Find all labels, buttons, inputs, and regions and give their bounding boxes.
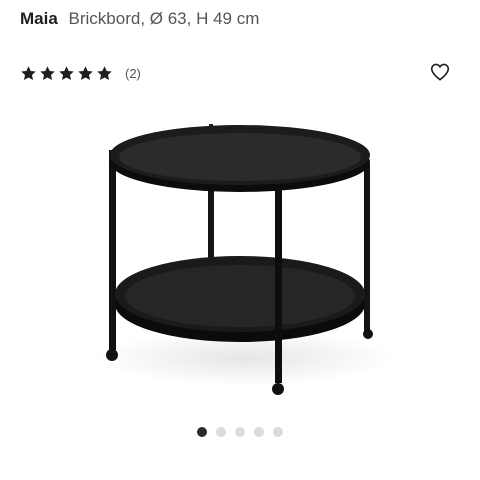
star-rating [20, 65, 113, 82]
star-icon [21, 65, 36, 80]
star-icon [59, 65, 74, 80]
heart-icon[interactable] [429, 61, 451, 83]
rating-row[interactable]: (2) [20, 62, 141, 84]
product-brand: Maia [20, 9, 58, 28]
review-count[interactable]: (2) [125, 66, 141, 81]
star-icon [40, 65, 55, 80]
star-icon [97, 65, 112, 80]
carousel-dot[interactable] [235, 427, 245, 437]
product-image [95, 124, 395, 395]
carousel-dot[interactable] [216, 427, 226, 437]
product-subtitle: Brickbord, Ø 63, H 49 cm [68, 9, 260, 28]
image-carousel-dots [0, 427, 480, 437]
carousel-dot[interactable] [273, 427, 283, 437]
carousel-dot[interactable] [254, 427, 264, 437]
star-icon [78, 65, 93, 80]
carousel-dot[interactable] [197, 427, 207, 437]
product-title: Maia Brickbord, Ø 63, H 49 cm [20, 8, 259, 30]
